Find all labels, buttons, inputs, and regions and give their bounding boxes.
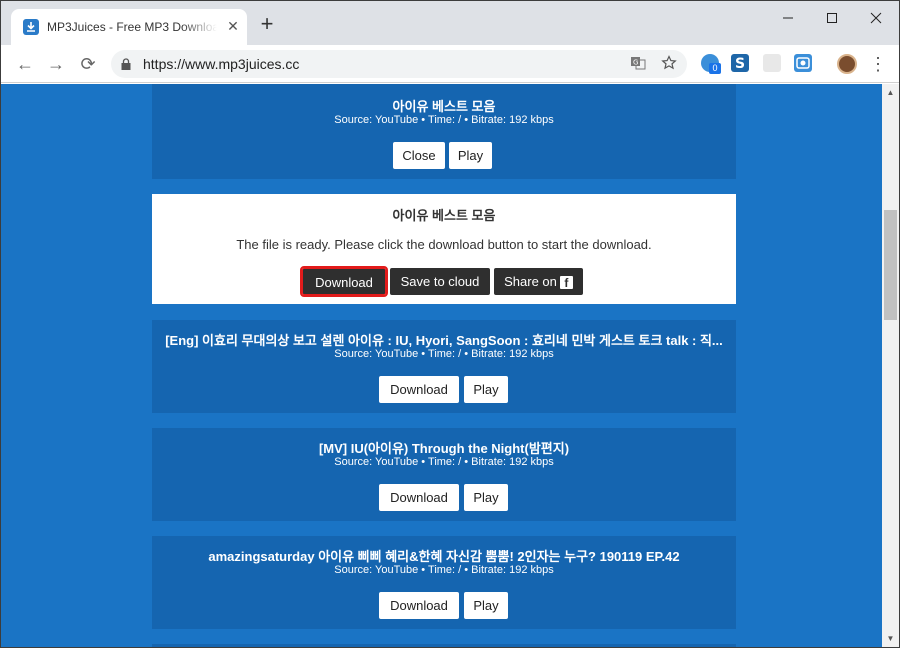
close-button[interactable]: Close <box>393 142 445 169</box>
browser-window: MP3Juices - Free MP3 Download ✕ + ← → ⟳ … <box>0 0 900 648</box>
result-meta: Source: YouTube • Time: / • Bitrate: 192… <box>334 348 554 360</box>
download-ready-panel: 아이유 베스트 모음 The file is ready. Please cli… <box>152 194 736 304</box>
menu-dots-icon[interactable]: ⋮ <box>869 53 887 75</box>
download-icon <box>23 19 39 35</box>
extension-icon[interactable]: 0 <box>701 54 721 74</box>
result-card: 아이유 베스트 모음 Source: YouTube • Time: / • B… <box>152 84 736 179</box>
download-button[interactable]: Download <box>300 266 388 297</box>
svg-text:S: S <box>735 56 745 72</box>
scroll-thumb[interactable] <box>884 210 897 320</box>
bookmark-star-icon[interactable] <box>660 55 678 73</box>
play-button[interactable]: Play <box>464 592 508 619</box>
play-button[interactable]: Play <box>449 142 492 169</box>
result-title: [MV] IU(아이유) Through the Night(밤편지) <box>318 441 570 456</box>
vertical-scrollbar[interactable]: ▲ ▼ <box>882 84 899 647</box>
s-extension-icon[interactable]: S <box>731 54 749 72</box>
facebook-icon: f <box>559 276 573 290</box>
lock-icon <box>121 57 131 70</box>
share-label: Share on <box>504 274 557 289</box>
result-title: 아이유 베스트 모음 <box>392 99 496 114</box>
profile-avatar[interactable] <box>837 54 857 74</box>
new-tab-button[interactable]: + <box>257 13 277 35</box>
play-button[interactable]: Play <box>464 376 508 403</box>
browser-toolbar: ← → ⟳ https://www.mp3juices.cc G 0 S ⋮ <box>1 45 899 83</box>
title-bar: MP3Juices - Free MP3 Download ✕ + <box>1 1 899 45</box>
close-window-button[interactable] <box>861 9 891 29</box>
result-card-partial <box>152 644 736 647</box>
address-bar[interactable]: https://www.mp3juices.cc G <box>111 50 687 78</box>
result-meta: Source: YouTube • Time: / • Bitrate: 192… <box>334 114 554 126</box>
maximize-button[interactable] <box>817 9 847 29</box>
scroll-down-arrow-icon[interactable]: ▼ <box>882 630 899 647</box>
scroll-up-arrow-icon[interactable]: ▲ <box>882 84 899 101</box>
ready-title: 아이유 베스트 모음 <box>392 208 496 223</box>
download-button[interactable]: Download <box>379 592 459 619</box>
back-button[interactable]: ← <box>14 53 36 75</box>
minimize-button[interactable] <box>773 9 803 29</box>
result-card: amazingsaturday 아이유 삐삐 혜리&한혜 자신감 뿜뿜! 2인자… <box>152 536 736 629</box>
result-title: amazingsaturday 아이유 삐삐 혜리&한혜 자신감 뿜뿜! 2인자… <box>208 549 680 564</box>
result-card: [MV] IU(아이유) Through the Night(밤편지) Sour… <box>152 428 736 521</box>
save-to-cloud-button[interactable]: Save to cloud <box>390 268 490 295</box>
url-text: https://www.mp3juices.cc <box>143 56 300 72</box>
download-button[interactable]: Download <box>379 484 459 511</box>
extension-badge: 0 <box>709 63 721 74</box>
browser-tab[interactable]: MP3Juices - Free MP3 Download ✕ <box>11 9 247 45</box>
result-meta: Source: YouTube • Time: / • Bitrate: 192… <box>334 564 554 576</box>
page-viewport: 아이유 베스트 모음 Source: YouTube • Time: / • B… <box>1 84 882 647</box>
forward-button[interactable]: → <box>45 53 67 75</box>
share-facebook-button[interactable]: Share on f <box>494 268 583 295</box>
result-card: [Eng] 이효리 무대의상 보고 설렌 아이유 : IU, Hyori, Sa… <box>152 320 736 413</box>
screenshot-extension-icon[interactable] <box>794 54 812 72</box>
play-button[interactable]: Play <box>464 484 508 511</box>
result-title: [Eng] 이효리 무대의상 보고 설렌 아이유 : IU, Hyori, Sa… <box>165 333 723 348</box>
ready-message: The file is ready. Please click the down… <box>236 237 652 252</box>
close-tab-icon[interactable]: ✕ <box>225 18 241 34</box>
cloud-extension-icon[interactable] <box>763 54 781 72</box>
tab-fade <box>181 15 217 37</box>
result-meta: Source: YouTube • Time: / • Bitrate: 192… <box>334 456 554 468</box>
download-button[interactable]: Download <box>379 376 459 403</box>
translate-icon[interactable]: G <box>629 55 647 73</box>
svg-text:G: G <box>633 59 638 67</box>
reload-button[interactable]: ⟳ <box>77 53 99 75</box>
